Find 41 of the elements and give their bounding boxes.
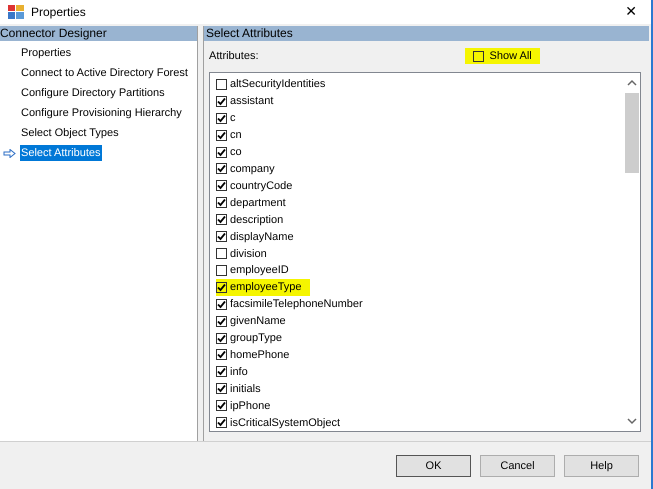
attribute-checkbox[interactable]: homePhone [216, 346, 298, 364]
sidebar-item[interactable]: Select Attributes [20, 145, 102, 161]
window-title: Properties [31, 5, 86, 19]
attribute-checkbox[interactable]: department [216, 194, 294, 212]
attribute-checkbox[interactable]: company [216, 160, 283, 178]
attribute-checkbox[interactable]: description [216, 211, 292, 228]
sidebar-item[interactable]: Connect to Active Directory Forest [20, 65, 189, 81]
sidebar-header: Connector Designer [0, 26, 197, 41]
attribute-checkbox[interactable]: employeeID [216, 262, 297, 279]
scroll-up-icon[interactable] [626, 79, 636, 86]
attribute-checkbox[interactable]: displayName [216, 228, 302, 246]
panel-header: Select Attributes [204, 26, 649, 41]
dialog-button[interactable]: Cancel [480, 454, 555, 476]
attribute-checkbox[interactable]: ipPhone [216, 397, 278, 414]
attribute-checkbox[interactable]: countryCode [216, 177, 300, 194]
show-all-checkbox[interactable]: Show All [464, 48, 540, 64]
attribute-checkbox[interactable]: co [216, 144, 250, 161]
attribute-checkbox[interactable]: c [216, 110, 244, 127]
attribute-checkbox[interactable]: division [216, 245, 275, 262]
attribute-checkbox[interactable]: employeeType [216, 278, 310, 296]
attribute-checkbox[interactable]: groupType [216, 330, 290, 346]
sidebar-item[interactable]: Properties [20, 45, 72, 61]
attribute-checkbox[interactable]: assistant [216, 92, 282, 110]
close-button[interactable]: ✕ [619, 4, 643, 20]
attribute-checkbox[interactable]: facsimileTelephoneNumber [216, 296, 371, 313]
sidebar-item[interactable]: Select Object Types [20, 125, 120, 141]
dialog-button[interactable]: Help [564, 454, 639, 476]
attribute-checkbox[interactable]: isCriticalSystemObject [216, 414, 348, 432]
dialog-button[interactable]: OK [396, 454, 471, 476]
attribute-checkbox[interactable]: cn [216, 126, 250, 144]
sidebar-item[interactable]: Configure Directory Partitions [20, 85, 166, 101]
arrow-icon [3, 149, 16, 158]
sidebar-item[interactable]: Configure Provisioning Hierarchy [20, 105, 183, 121]
app-icon [8, 5, 24, 19]
attribute-checkbox[interactable]: initials [216, 380, 269, 398]
scroll-down-icon[interactable] [626, 418, 636, 425]
scroll-thumb[interactable] [624, 93, 638, 173]
attributes-label: Attributes: [209, 50, 259, 62]
attribute-checkbox[interactable]: altSecurityIdentities [216, 76, 334, 93]
attribute-checkbox[interactable]: info [216, 363, 256, 380]
attribute-checkbox[interactable]: givenName [216, 312, 294, 330]
